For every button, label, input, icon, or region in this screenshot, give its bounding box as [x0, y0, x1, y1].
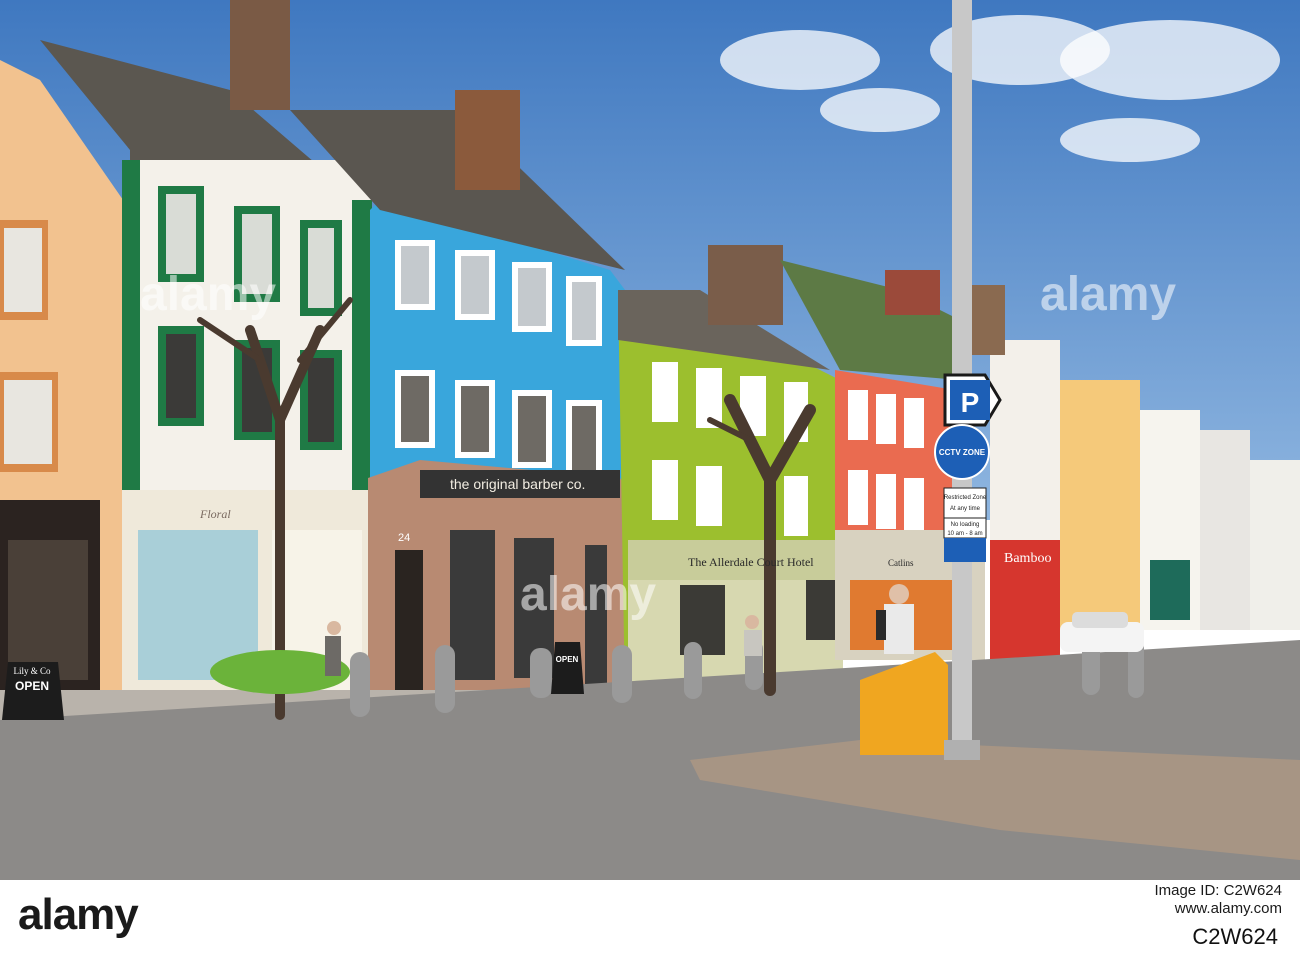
footer-image-id: Image ID: C2W624 [1154, 882, 1282, 899]
street-photo: P CCTV ZONE Restricted Zone At any time … [0, 0, 1300, 880]
cctv-text: CCTV ZONE [939, 448, 986, 457]
no-loading-text: No loading [951, 522, 980, 528]
barber-a-board: OPEN [551, 642, 584, 694]
footer-ref-code: C2W624 [1192, 924, 1278, 949]
cctv-sign: CCTV ZONE [934, 424, 990, 480]
restricted-sub: At any time [950, 506, 981, 512]
a-board-name: Lily & Co [13, 666, 51, 676]
pedestrian-woman [325, 621, 341, 676]
footer-image-info: Image ID: C2W624 www.alamy.com [762, 882, 1282, 918]
a-board-open: OPEN [15, 679, 49, 693]
barber-sign: the original barber co. [450, 476, 585, 492]
restricted-zone-sign: Restricted Zone At any time No loading 1… [943, 487, 987, 562]
floral-sign: Floral [199, 507, 231, 521]
door-number: 24 [398, 532, 410, 544]
stock-footer: alamy Image ID: C2W624 www.alamy.com C2W… [0, 880, 1300, 956]
footer-site: www.alamy.com [1174, 900, 1282, 917]
watermark-center: alamy [520, 568, 656, 621]
catlins-sign: Catlins [888, 558, 914, 568]
watermark-right: alamy [1040, 268, 1176, 321]
hotel-sign: The Allerdale Court Hotel [688, 555, 814, 569]
bamboo-sign: Bamboo [1004, 551, 1051, 566]
parking-letter: P [961, 387, 980, 418]
restricted-text: Restricted Zone [944, 495, 987, 501]
shop-a-board: Lily & Co OPEN [2, 662, 64, 720]
footer-logo: alamy [18, 890, 139, 939]
watermark-left: alamy [140, 268, 276, 321]
post-base [944, 740, 980, 760]
loading-times: 10 am - 8 am [947, 531, 982, 537]
barber-board-open: OPEN [556, 655, 579, 664]
